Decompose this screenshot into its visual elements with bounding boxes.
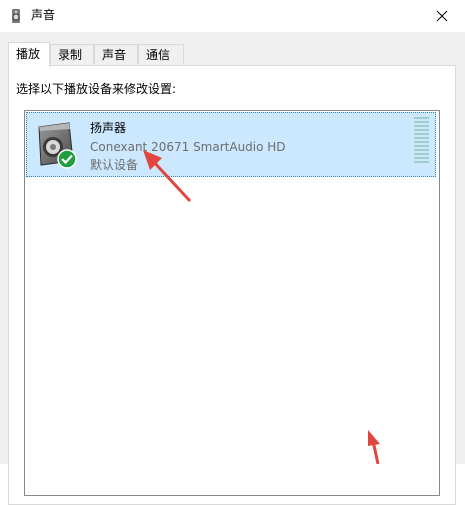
- instruction-text: 选择以下播放设备来修改设置:: [16, 82, 177, 96]
- tab-sounds[interactable]: 声音: [94, 44, 138, 64]
- device-status: 默认设备: [90, 158, 139, 172]
- volume-level-meter: [414, 117, 429, 163]
- tab-playback[interactable]: 播放: [8, 42, 50, 67]
- tab-communications[interactable]: 通信: [138, 44, 184, 64]
- sound-app-icon: [12, 9, 20, 23]
- device-driver: Conexant 20671 SmartAudio HD: [90, 140, 286, 154]
- playback-device-list[interactable]: 扬声器 Conexant 20671 SmartAudio HD 默认设备: [24, 110, 440, 496]
- device-item-speakers[interactable]: 扬声器 Conexant 20671 SmartAudio HD 默认设备: [26, 112, 436, 177]
- close-icon: [436, 10, 448, 22]
- device-name: 扬声器: [90, 121, 127, 135]
- checkmark-icon: [57, 149, 77, 169]
- close-button[interactable]: [419, 0, 465, 32]
- window-title: 声音: [31, 8, 56, 22]
- tab-recording[interactable]: 录制: [50, 44, 94, 64]
- title-bar: 声音: [0, 0, 465, 32]
